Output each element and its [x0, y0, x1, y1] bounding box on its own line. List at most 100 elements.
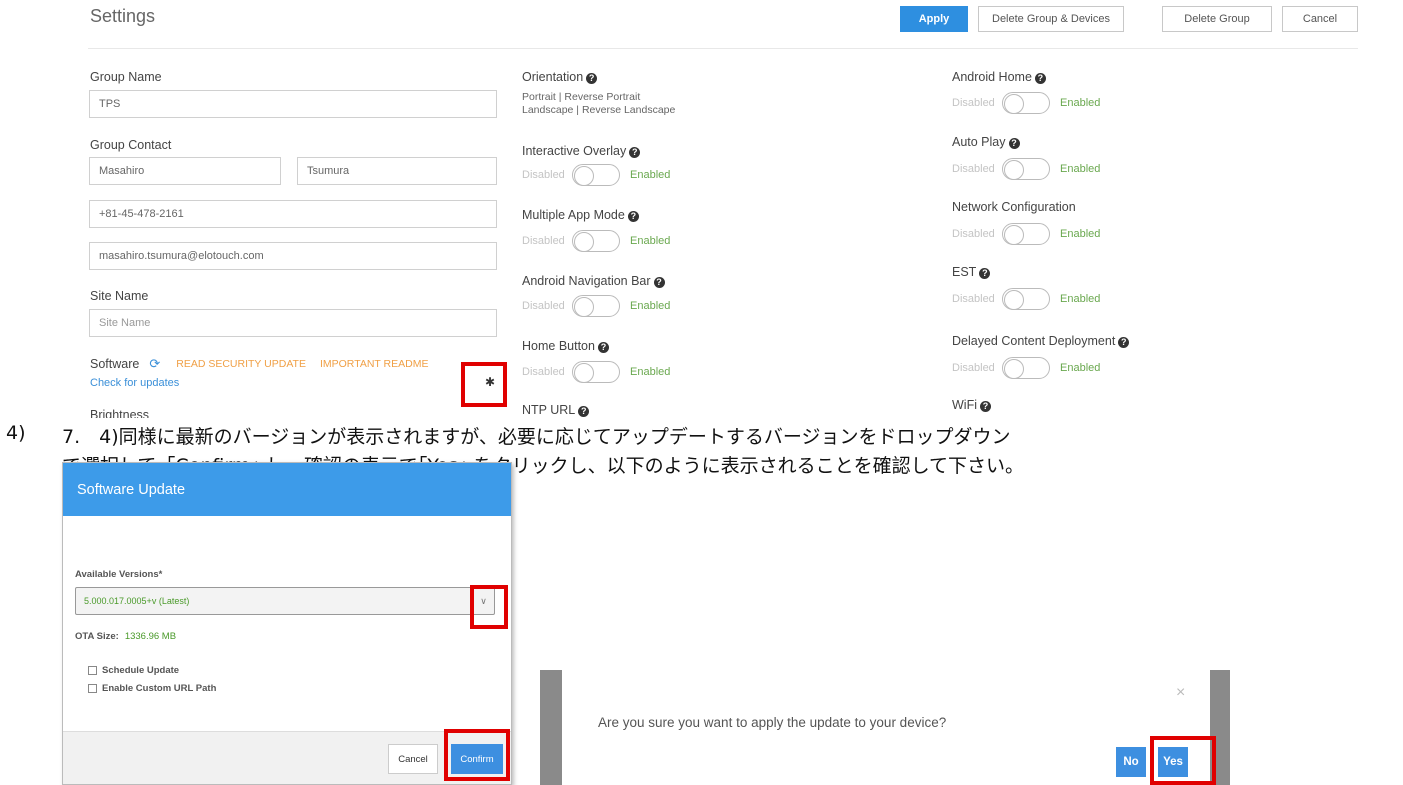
help-icon[interactable]: ? — [597, 342, 609, 353]
wifi-label: WiFi? — [952, 398, 991, 412]
home-button-label: Home Button? — [522, 339, 609, 353]
auto-play-label: Auto Play? — [952, 135, 1020, 149]
android-home-label: Android Home? — [952, 70, 1046, 84]
android-navigation-bar-text: Android Navigation Bar — [522, 274, 651, 288]
toggle-disabled-label: Disabled — [522, 366, 565, 378]
toggle-enabled-label: Enabled — [1060, 97, 1101, 109]
interactive-overlay-text: Interactive Overlay — [522, 144, 627, 158]
toggle-switch[interactable] — [1002, 158, 1050, 180]
read-security-update-link[interactable]: READ SECURITY UPDATE — [176, 358, 306, 370]
help-icon[interactable]: ? — [653, 277, 665, 288]
multiple-app-mode-text: Multiple App Mode — [522, 208, 625, 222]
orientation-label: Orientation? — [522, 70, 598, 84]
toggle-disabled-label: Disabled — [952, 163, 995, 175]
wifi-text: WiFi — [952, 398, 977, 412]
orientation-options-line1[interactable]: Portrait | Reverse Portrait — [522, 91, 640, 104]
checkbox-label: Enable Custom URL Path — [102, 683, 217, 694]
page-title: Settings — [90, 6, 156, 26]
toggle-enabled-label: Enabled — [630, 366, 671, 378]
delayed-content-deployment-toggle[interactable]: Disabled Enabled — [952, 357, 1100, 379]
brightness-label: Brightness — [90, 408, 150, 418]
toggle-switch[interactable] — [1002, 357, 1050, 379]
software-row: Software ⟳ READ SECURITY UPDATE IMPORTAN… — [90, 356, 428, 372]
checkbox-label: Schedule Update — [102, 665, 180, 676]
cancel-button[interactable]: Cancel — [1282, 6, 1358, 32]
help-icon[interactable]: ? — [578, 406, 590, 417]
help-icon[interactable]: ? — [1008, 138, 1020, 149]
confirm-dialog: × Are you sure you want to apply the upd… — [562, 670, 1210, 785]
toggle-disabled-label: Disabled — [952, 228, 995, 240]
group-contact-label: Group Contact — [90, 138, 172, 152]
home-button-toggle[interactable]: Disabled Enabled — [522, 361, 670, 383]
close-icon[interactable]: × — [1176, 684, 1185, 702]
help-icon[interactable]: ? — [979, 268, 991, 279]
toggle-disabled-label: Disabled — [522, 235, 565, 247]
selected-version: 5.000.017.0005+v (Latest) — [84, 596, 190, 606]
delayed-content-deployment-label: Delayed Content Deployment? — [952, 334, 1130, 348]
dialog-title: Software Update — [63, 463, 511, 516]
orientation-label-text: Orientation — [522, 70, 584, 84]
toggle-switch[interactable] — [572, 361, 620, 383]
est-label: EST? — [952, 265, 991, 279]
auto-play-toggle[interactable]: Disabled Enabled — [952, 158, 1100, 180]
checkbox-box[interactable] — [88, 684, 97, 693]
toggle-enabled-label: Enabled — [630, 235, 671, 247]
android-navigation-bar-toggle[interactable]: Disabled Enabled — [522, 295, 670, 317]
multiple-app-mode-toggle[interactable]: Disabled Enabled — [522, 230, 670, 252]
contact-email-input[interactable]: masahiro.tsumura@elotouch.com — [89, 242, 497, 270]
toggle-switch[interactable] — [572, 295, 620, 317]
help-icon[interactable]: ? — [980, 401, 991, 412]
toggle-switch[interactable] — [1002, 288, 1050, 310]
delete-group-button[interactable]: Delete Group — [1162, 6, 1272, 32]
toggle-switch[interactable] — [1002, 92, 1050, 114]
ota-size-label: OTA Size: — [75, 631, 119, 642]
android-navigation-bar-label: Android Navigation Bar? — [522, 274, 665, 288]
contact-last-name-input[interactable]: Tsumura — [297, 157, 497, 185]
help-icon[interactable]: ? — [627, 211, 639, 222]
highlight-box-gear — [461, 362, 507, 407]
confirm-message: Are you sure you want to apply the updat… — [598, 715, 947, 730]
est-toggle[interactable]: Disabled Enabled — [952, 288, 1100, 310]
help-icon[interactable]: ? — [629, 147, 641, 158]
network-configuration-toggle[interactable]: Disabled Enabled — [952, 223, 1100, 245]
version-select[interactable]: 5.000.017.0005+v (Latest) ∨ — [75, 587, 495, 615]
help-icon[interactable]: ? — [1118, 337, 1130, 348]
apply-button[interactable]: Apply — [900, 6, 968, 32]
toggle-disabled-label: Disabled — [952, 293, 995, 305]
orientation-options-line2[interactable]: Landscape | Reverse Landscape — [522, 104, 675, 117]
contact-first-name-input[interactable]: Masahiro — [89, 157, 281, 185]
refresh-icon[interactable]: ⟳ — [149, 356, 160, 372]
multiple-app-mode-label: Multiple App Mode? — [522, 208, 639, 222]
important-readme-link[interactable]: IMPORTANT README — [320, 358, 429, 370]
network-configuration-label: Network Configuration — [952, 200, 1076, 214]
help-icon[interactable]: ? — [586, 73, 598, 84]
enable-custom-url-path-checkbox[interactable]: Enable Custom URL Path — [88, 683, 216, 694]
android-home-toggle[interactable]: Disabled Enabled — [952, 92, 1100, 114]
no-button[interactable]: No — [1116, 747, 1146, 777]
delayed-content-deployment-text: Delayed Content Deployment — [952, 334, 1116, 348]
help-icon[interactable]: ? — [1034, 73, 1046, 84]
check-for-updates-link[interactable]: Check for updates — [90, 377, 179, 389]
delete-group-devices-button[interactable]: Delete Group & Devices — [978, 6, 1124, 32]
contact-phone-input[interactable]: +81-45-478-2161 — [89, 200, 497, 228]
available-versions-label: Available Versions* — [75, 569, 163, 580]
toggle-switch[interactable] — [572, 230, 620, 252]
software-label: Software — [90, 357, 140, 371]
toggle-disabled-label: Disabled — [522, 169, 565, 181]
checkbox-box[interactable] — [88, 666, 97, 675]
site-name-label: Site Name — [90, 289, 149, 303]
ntp-url-label: NTP URL? — [522, 403, 590, 417]
group-name-label: Group Name — [90, 70, 162, 84]
site-name-input[interactable]: Site Name — [89, 309, 497, 337]
ota-size-row: OTA Size: 1336.96 MB — [75, 631, 176, 642]
highlight-box-dropdown — [470, 585, 508, 629]
ota-size-value: 1336.96 MB — [124, 631, 177, 642]
toggle-switch[interactable] — [1002, 223, 1050, 245]
header-divider — [88, 48, 1358, 49]
schedule-update-checkbox[interactable]: Schedule Update — [88, 665, 179, 676]
toggle-switch[interactable] — [572, 164, 620, 186]
cancel-button[interactable]: Cancel — [388, 744, 438, 774]
toggle-enabled-label: Enabled — [1060, 362, 1101, 374]
group-name-input[interactable]: TPS — [89, 90, 497, 118]
interactive-overlay-toggle[interactable]: Disabled Enabled — [522, 164, 670, 186]
